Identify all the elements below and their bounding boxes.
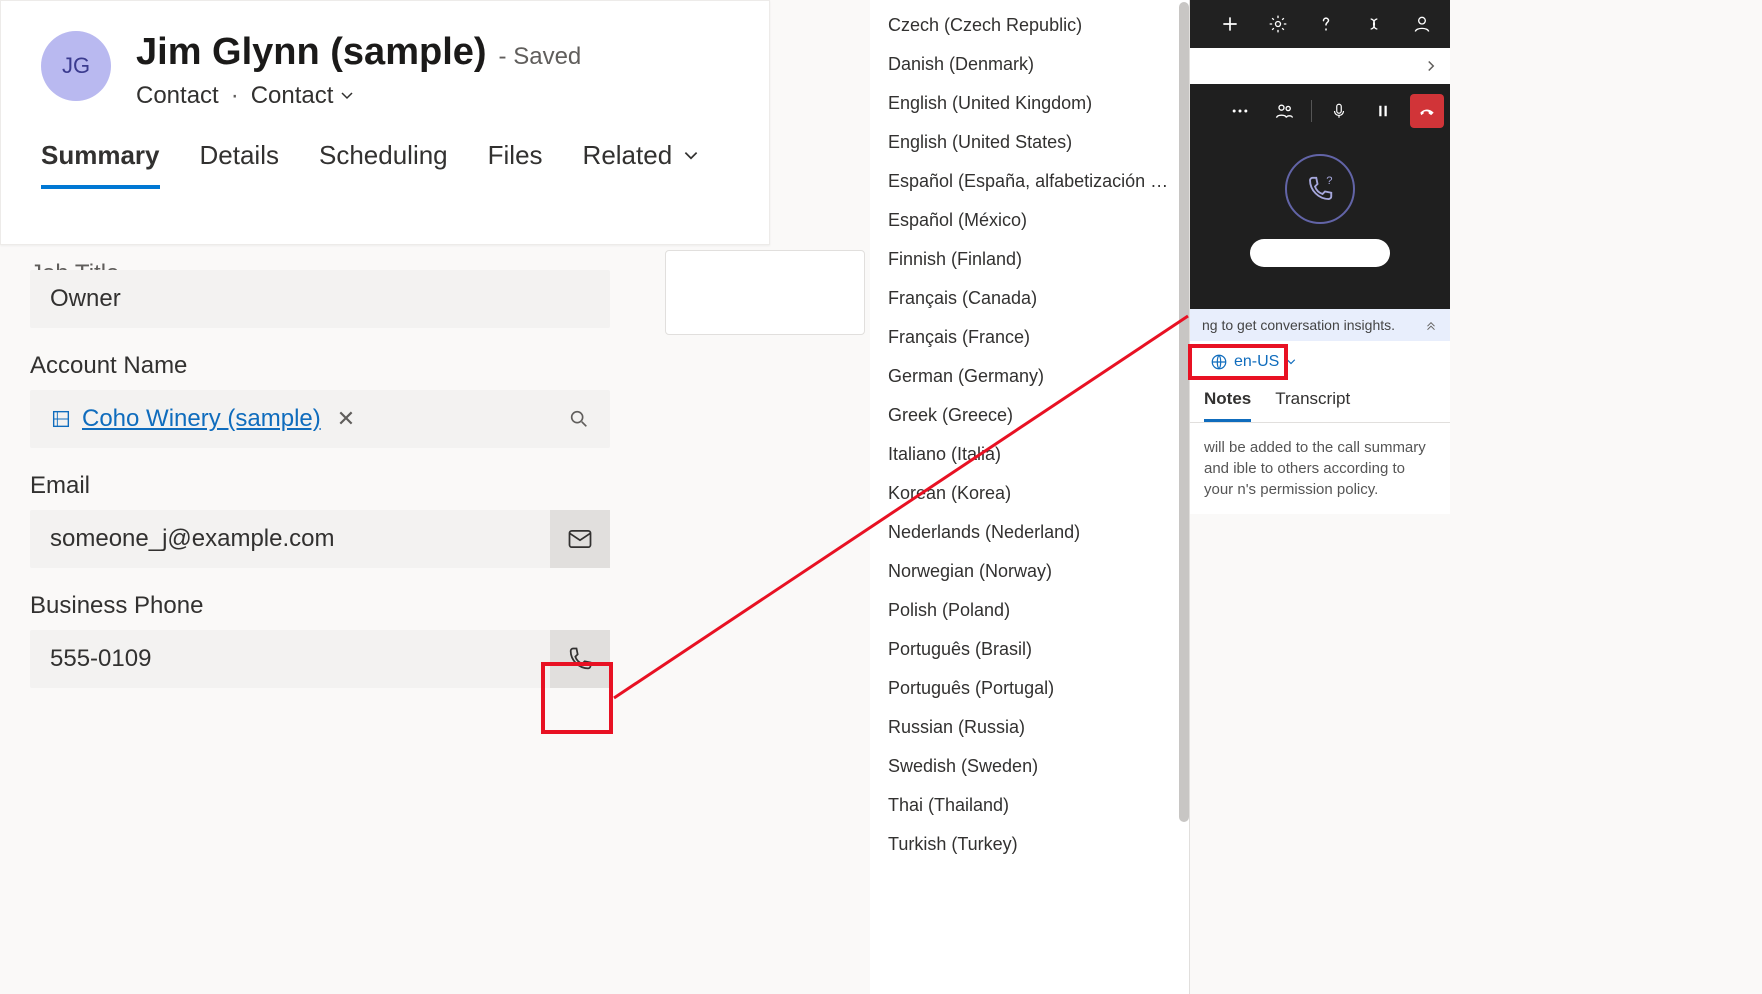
entity-icon	[50, 408, 72, 430]
mute-button[interactable]	[1322, 94, 1356, 128]
language-option[interactable]: Polish (Poland)	[870, 591, 1189, 630]
call-panel-header	[1190, 48, 1450, 84]
settings-button[interactable]	[1268, 14, 1296, 34]
insight-bar: ng to get conversation insights.	[1190, 309, 1450, 341]
contact-card: JG Jim Glynn (sample) - Saved Contact · …	[0, 0, 770, 245]
tab-details[interactable]: Details	[200, 140, 279, 189]
profile-button[interactable]	[1412, 14, 1440, 34]
tab-transcript[interactable]: Transcript	[1275, 389, 1350, 422]
caller-avatar: ?	[1285, 154, 1355, 224]
language-option[interactable]: Español (México)	[870, 201, 1189, 240]
contact-header: JG Jim Glynn (sample) - Saved Contact · …	[1, 1, 769, 110]
label-account-name: Account Name	[30, 352, 610, 380]
language-option[interactable]: Norwegian (Norway)	[870, 552, 1189, 591]
language-option[interactable]: Português (Brasil)	[870, 630, 1189, 669]
highlight-phone-button	[541, 662, 613, 734]
scrollbar[interactable]	[1179, 2, 1189, 822]
language-option[interactable]: Français (France)	[870, 318, 1189, 357]
language-option[interactable]: English (United States)	[870, 123, 1189, 162]
highlight-language-selector	[1188, 344, 1288, 380]
language-option[interactable]: Turkish (Turkey)	[870, 825, 1189, 864]
avatar-initials: JG	[62, 53, 90, 79]
chevron-down-icon	[682, 147, 700, 165]
language-option[interactable]: Danish (Denmark)	[870, 45, 1189, 84]
hold-button[interactable]	[1366, 94, 1400, 128]
caller-name-redacted	[1250, 239, 1390, 267]
chevron-down-icon	[339, 88, 355, 104]
more-options-button[interactable]	[1223, 94, 1257, 128]
insight-text: ng to get conversation insights.	[1202, 317, 1395, 333]
breadcrumb-entity: Contact	[136, 82, 219, 110]
divider	[1311, 100, 1312, 122]
tabs: Summary Details Scheduling Files Related	[1, 110, 769, 189]
help-button[interactable]	[1316, 14, 1344, 34]
phone-value: 555-0109	[50, 645, 151, 673]
language-option[interactable]: Russian (Russia)	[870, 708, 1189, 747]
collapse-icon[interactable]	[1424, 318, 1438, 332]
language-option[interactable]: Czech (Czech Republic)	[870, 6, 1189, 45]
language-option[interactable]: Korean (Korea)	[870, 474, 1189, 513]
lookup-search-button[interactable]	[568, 408, 590, 430]
saved-status: - Saved	[499, 43, 582, 71]
email-value: someone_j@example.com	[50, 525, 335, 553]
language-option[interactable]: Italiano (Italia)	[870, 435, 1189, 474]
side-card-partial	[665, 250, 865, 335]
language-option[interactable]: Español (España, alfabetización internac…	[870, 162, 1189, 201]
contact-name: Jim Glynn (sample)	[136, 31, 487, 74]
tab-scheduling[interactable]: Scheduling	[319, 140, 448, 189]
call-video-area: ?	[1190, 84, 1450, 309]
participants-button[interactable]	[1267, 94, 1301, 128]
assistant-button[interactable]	[1364, 14, 1392, 34]
email-field[interactable]: someone_j@example.com	[30, 510, 610, 568]
language-option[interactable]: Français (Canada)	[870, 279, 1189, 318]
language-option[interactable]: Finnish (Finland)	[870, 240, 1189, 279]
language-option[interactable]: Swedish (Sweden)	[870, 747, 1189, 786]
svg-text:?: ?	[1326, 175, 1332, 187]
call-controls	[1190, 84, 1450, 128]
tab-related[interactable]: Related	[583, 140, 701, 189]
language-option[interactable]: Thai (Thailand)	[870, 786, 1189, 825]
language-list: Czech (Czech Republic)Danish (Denmark)En…	[870, 0, 1189, 870]
language-option[interactable]: Português (Portugal)	[870, 669, 1189, 708]
language-option[interactable]: German (Germany)	[870, 357, 1189, 396]
add-button[interactable]	[1220, 14, 1248, 34]
send-email-button[interactable]	[550, 510, 610, 568]
avatar: JG	[41, 31, 111, 101]
hangup-button[interactable]	[1410, 94, 1444, 128]
call-panel: ? ng to get conversation insights. en-US…	[1190, 48, 1450, 514]
business-phone-field[interactable]: 555-0109	[30, 630, 610, 688]
remove-lookup-button[interactable]: ✕	[337, 406, 355, 432]
tab-files[interactable]: Files	[488, 140, 543, 189]
label-email: Email	[30, 472, 610, 500]
account-link[interactable]: Coho Winery (sample)	[82, 405, 321, 433]
tab-related-label: Related	[583, 140, 673, 171]
job-title-value: Owner	[50, 285, 121, 313]
tab-notes[interactable]: Notes	[1204, 389, 1251, 422]
app-toolbar	[1190, 0, 1450, 48]
language-option[interactable]: English (United Kingdom)	[870, 84, 1189, 123]
job-title-field[interactable]: Owner	[30, 270, 610, 328]
tab-summary[interactable]: Summary	[41, 140, 160, 189]
form-switcher-label: Contact	[251, 82, 334, 110]
call-tabs: Notes Transcript	[1190, 383, 1450, 423]
language-option[interactable]: Nederlands (Nederland)	[870, 513, 1189, 552]
language-option[interactable]: Greek (Greece)	[870, 396, 1189, 435]
account-lookup-chip[interactable]: Coho Winery (sample) ✕	[50, 405, 355, 433]
label-business-phone: Business Phone	[30, 592, 610, 620]
expand-icon[interactable]	[1422, 57, 1440, 75]
language-dropdown: Czech (Czech Republic)Danish (Denmark)En…	[870, 0, 1190, 994]
account-name-field[interactable]: Coho Winery (sample) ✕	[30, 390, 610, 448]
form-switcher[interactable]: Contact	[251, 82, 356, 110]
notes-body: will be added to the call summary and ib…	[1190, 423, 1450, 514]
breadcrumb-separator: ·	[231, 82, 239, 110]
form-area: Job Title Owner Account Name Coho Winery…	[30, 250, 610, 688]
mail-icon	[566, 525, 594, 553]
